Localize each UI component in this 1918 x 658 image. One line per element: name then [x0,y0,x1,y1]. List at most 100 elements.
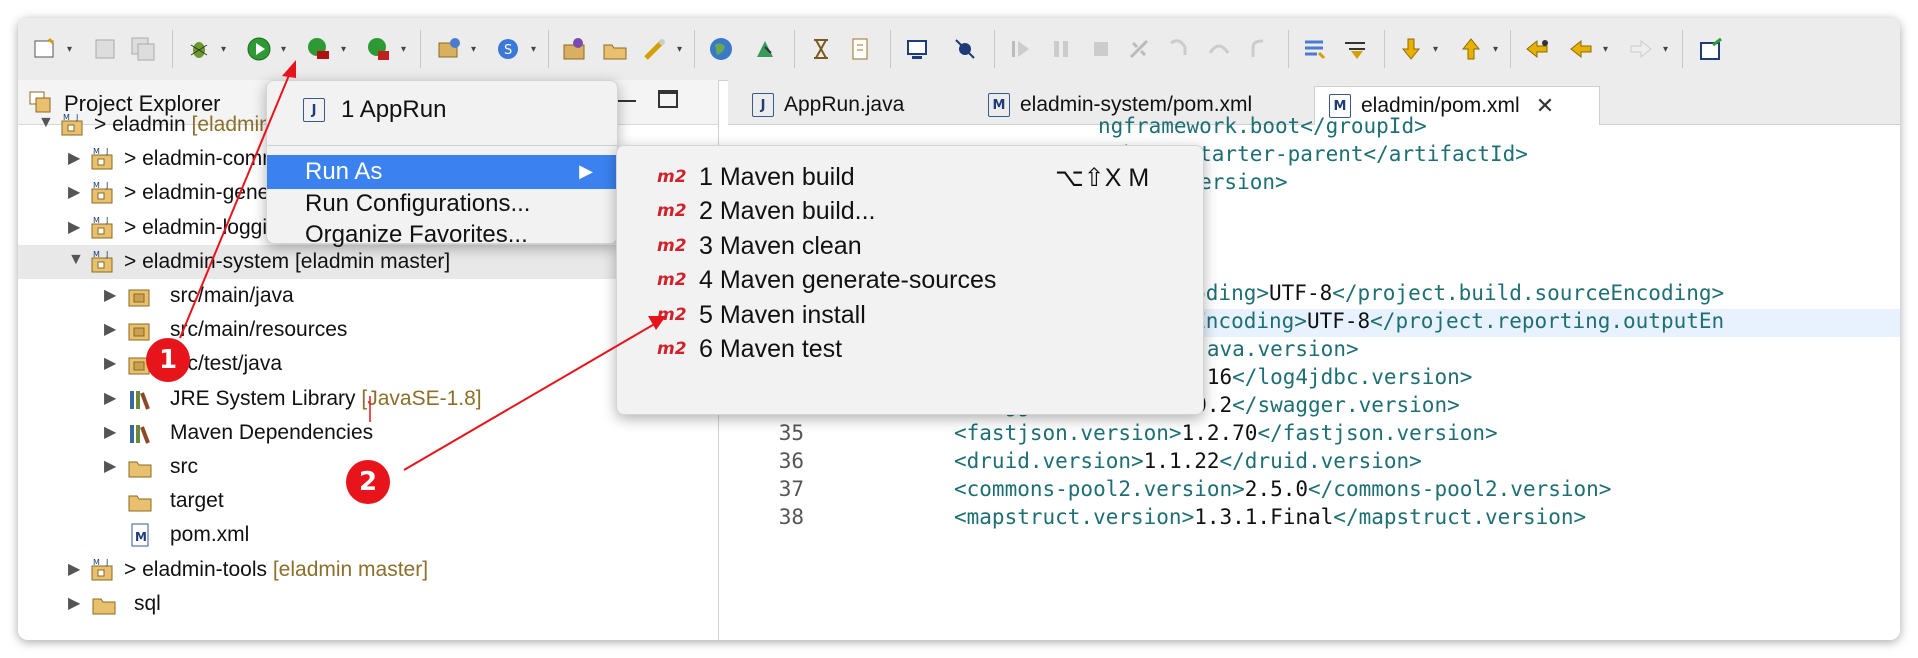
tree-item[interactable]: Mpom.xml [18,518,718,552]
expand-icon[interactable]: ▶ [104,319,116,339]
tree-item-label: src/main/java [170,284,294,308]
toolbar-separator [694,30,695,68]
open-folder-icon[interactable] [598,32,632,66]
svg-text:J: J [105,558,108,567]
debug-icon[interactable]: ▾ [182,32,226,66]
expand-icon[interactable]: ▶ [68,148,80,168]
xml-tag: <mapstruct.version> [954,504,1195,529]
expand-icon[interactable]: ▶ [68,182,80,202]
xml-value: UTF-8 [1269,281,1333,306]
save-all-icon[interactable] [126,32,160,66]
back-icon[interactable]: ▾ [1564,32,1608,66]
maven-run-item[interactable]: m2 5 Maven install [617,298,1203,332]
last-edit-icon[interactable] [1520,32,1554,66]
tree-item[interactable]: ▶ JRE System Library [JavaSE-1.8] [18,382,718,416]
annotation-badge-1: 1 [146,338,190,382]
maven-run-label: 6 Maven test [699,335,843,363]
code-line: 37 <commons-pool2.version>2.5.0</commons-… [728,477,1900,505]
tree-item[interactable]: ▶ sql [18,587,718,621]
toolbar-separator [1510,30,1511,68]
console-icon[interactable] [900,32,934,66]
tree-item[interactable]: ▶ src/main/java [18,279,718,313]
open-type-icon[interactable] [558,32,592,66]
line-number: 36 [778,448,804,473]
tree-item[interactable]: ▶ src/test/java [18,347,718,381]
svg-text:M: M [135,530,147,544]
xml-tag: ngframework.boot [1098,114,1301,138]
organize-favorites-item[interactable]: Organize Favorites... [267,218,617,252]
tree-item[interactable]: ▶ src/main/resources [18,313,718,347]
tree-item-label: JRE System Library [JavaSE-1.8] [170,387,482,411]
compare-icon[interactable] [844,32,878,66]
tree-label-text: src [170,455,198,478]
annotation-badge-2: 2 [346,460,390,504]
m2e-icon: m2 [657,201,687,222]
xml-value: 1.1.22 [1143,448,1220,473]
m2e-icon: m2 [657,167,687,187]
expand-icon[interactable]: ▶ [68,217,80,237]
tree-label-text: src/main/resources [170,318,348,342]
tree-label-text: Maven Dependencies [170,420,374,444]
library-icon [130,390,150,410]
expand-icon[interactable]: ▶ [68,593,80,613]
collapse-icon[interactable]: ▼ [68,251,84,269]
toolbar-separator [994,30,995,68]
maven-run-item[interactable]: m2 6 Maven test [617,332,1203,366]
maven-run-item[interactable]: m2 2 Maven build... [617,194,1203,228]
run-icon[interactable]: ▾ [242,32,286,66]
run-configurations-item[interactable]: Run Configurations... [267,187,617,221]
expand-icon[interactable]: ▶ [104,422,116,442]
expand-icon[interactable]: ▶ [104,285,116,305]
external-tools-icon[interactable]: ▾ [362,32,406,66]
skip-breakpoints-icon[interactable] [948,32,982,66]
tree-label-decoration: [eladmin master] [272,557,429,581]
globe-icon[interactable] [704,32,738,66]
svg-text:S: S [504,43,512,58]
collapse-icon[interactable]: ▼ [38,114,54,132]
new-icon[interactable]: ▾ [28,32,72,66]
pin-editor-icon[interactable] [1694,32,1728,66]
toolbar-separator [1288,30,1289,68]
run-history-item[interactable]: J 1 AppRun [267,93,617,127]
m2e-icon: m2 [657,270,687,291]
xml-tag: </commons-pool2.version> [1308,476,1612,501]
search-icon[interactable]: ▾ [638,32,682,66]
previous-annotation-icon[interactable]: ▾ [1454,32,1498,66]
maven-run-item[interactable]: m2 4 Maven generate-sources [617,263,1203,297]
code-line: ngframework.boot</groupId> [728,114,1900,142]
maximize-button[interactable] [658,90,678,108]
refresh-icon[interactable] [748,32,782,66]
new-java-package-icon[interactable]: ▾ [432,32,476,66]
expand-icon[interactable]: ▶ [68,559,80,579]
coverage-icon[interactable]: ▾ [302,32,346,66]
save-icon[interactable] [88,32,122,66]
run-history-label: 1 AppRun [341,96,447,123]
code-line: 35 <fastjson.version>1.2.70</fastjson.ver… [728,421,1900,449]
maven-run-item[interactable]: m2 3 Maven clean [617,229,1203,263]
tree-item[interactable]: ▶ M J > eladmin-tools [eladmin master] [18,553,718,587]
expand-icon[interactable]: ▶ [104,388,116,408]
hierarchy-icon[interactable] [804,32,838,66]
xml-value: 1.3.1.Final [1194,504,1334,529]
next-annotation-icon[interactable]: ▾ [1394,32,1438,66]
tree-item-label: src/main/resources [170,318,347,342]
toolbar-separator [548,30,549,68]
run-as-menu-item[interactable]: Run As ▶ [267,155,617,189]
xml-tag: </artifactId> [1363,141,1528,166]
code-text: <mapstruct.version>1.3.1.Final</mapstruc… [954,505,1586,529]
maven-run-item[interactable]: m2 1 Maven build ⌥⇧X M [617,160,1203,194]
drop-to-frame-icon[interactable] [1338,32,1372,66]
toolbar-separator [172,30,173,68]
tree-label-text: JRE System Library [170,386,356,410]
maven-run-label: 3 Maven clean [699,231,862,260]
use-step-filters-icon[interactable] [1298,32,1332,66]
toolbar-separator [420,30,421,68]
step-over-icon [1202,32,1236,66]
eclipse-window: ▾ ▾ ▾ ▾ ▾ ▾ S ▾ ▾ ▾ ▾ ▾ ▾ Project Explor… [18,18,1900,640]
expand-icon[interactable]: ▶ [104,353,116,373]
expand-icon[interactable]: ▶ [104,456,116,476]
tree-item[interactable]: ▶ Maven Dependencies [18,416,718,450]
minimize-button[interactable] [618,100,636,102]
new-java-class-icon[interactable]: S ▾ [492,32,536,66]
line-number: 35 [778,420,804,445]
